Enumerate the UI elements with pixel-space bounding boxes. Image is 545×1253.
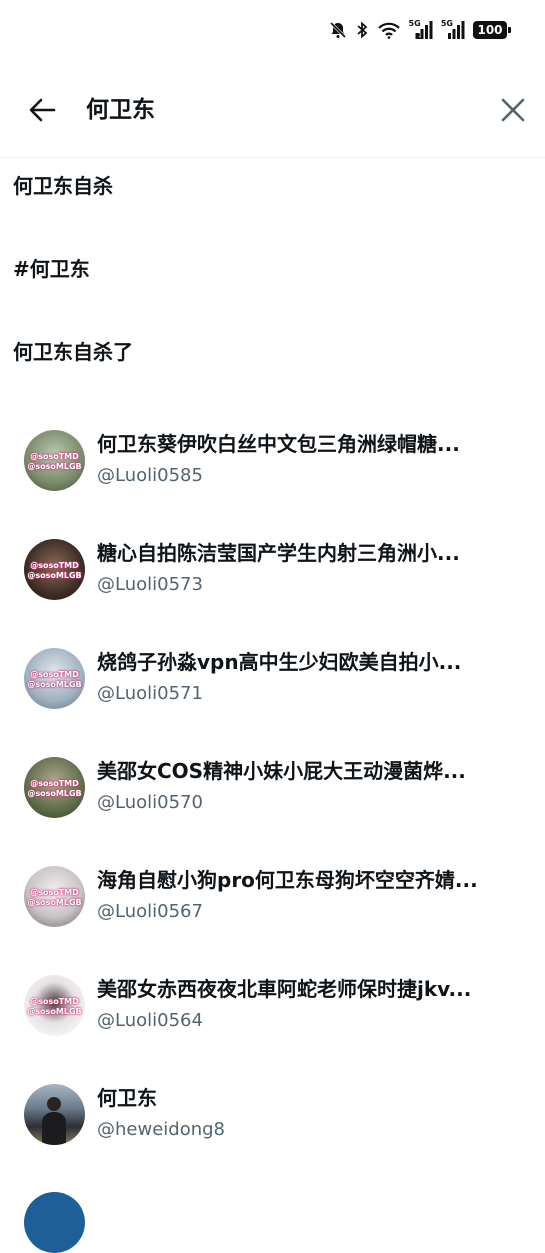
status-icons: 5G R 5G 100 xyxy=(329,18,511,42)
status-bar: 5G R 5G 100 xyxy=(0,0,545,60)
search-suggestions: 何卫东自杀 #何卫东 何卫东自杀了 xyxy=(0,158,545,407)
clear-search-button[interactable] xyxy=(495,92,531,128)
user-handle: @Luoli0570 xyxy=(97,792,203,813)
network-type-label-2: 5G xyxy=(440,18,453,28)
user-display-name: 何卫东 xyxy=(97,1086,157,1110)
avatar[interactable]: @sosoTMD @sosoMLGB xyxy=(24,866,85,927)
suggestion-item[interactable]: #何卫东 xyxy=(0,241,545,324)
user-result-row[interactable]: @sosoTMD @sosoMLGB 何卫东葵伊吹白丝中文包三角洲绿帽糖... … xyxy=(0,406,545,515)
user-display-name: 糖心自拍陈洁莹国产学生内射三角洲小... xyxy=(97,541,460,565)
avatar[interactable] xyxy=(24,1192,85,1253)
user-result-row[interactable]: 何卫东 @heweidong8 xyxy=(0,1060,545,1169)
user-display-name: 烧鸽子孙淼vpn高中生少妇欧美自拍小... xyxy=(97,650,462,674)
roaming-label: R xyxy=(414,31,421,41)
user-handle: @Luoli0567 xyxy=(97,901,203,922)
avatar-watermark: @sosoMLGB xyxy=(27,789,82,798)
avatar-watermark: @sosoMLGB xyxy=(27,1007,82,1016)
suggestion-item[interactable]: 何卫东自杀了 xyxy=(0,324,545,407)
avatar-watermark: @sosoMLGB xyxy=(27,898,82,907)
user-display-name: 海角自慰小狗pro何卫东母狗坏空空齐婧... xyxy=(97,868,478,892)
user-display-name: 美邵女COS精神小妹小屁大王动漫菌烨... xyxy=(97,759,466,783)
person-silhouette-icon xyxy=(42,1097,66,1145)
arrow-left-icon xyxy=(29,98,56,122)
user-display-name: 美邵女赤西夜夜北車阿蛇老师保时捷jkv... xyxy=(97,977,472,1001)
avatar[interactable]: @sosoTMD @sosoMLGB xyxy=(24,539,85,600)
avatar-watermark: @sosoTMD xyxy=(30,997,79,1006)
avatar-watermark: @sosoTMD xyxy=(30,561,79,570)
avatar-watermark: @sosoMLGB xyxy=(27,462,82,471)
avatar-watermark: @sosoMLGB xyxy=(27,571,82,580)
avatar[interactable]: @sosoTMD @sosoMLGB xyxy=(24,648,85,709)
suggestion-item[interactable]: 何卫东自杀 xyxy=(0,158,545,241)
close-icon xyxy=(501,98,525,122)
user-result-row[interactable]: @sosoTMD @sosoMLGB 烧鸽子孙淼vpn高中生少妇欧美自拍小...… xyxy=(0,624,545,733)
user-handle: @Luoli0573 xyxy=(97,574,203,595)
avatar-watermark: @sosoTMD xyxy=(30,670,79,679)
user-handle: @Luoli0571 xyxy=(97,683,203,704)
user-display-name: 何卫东葵伊吹白丝中文包三角洲绿帽糖... xyxy=(97,432,460,456)
bluetooth-icon xyxy=(355,21,369,39)
user-handle: @Luoli0585 xyxy=(97,465,203,486)
user-handle: @Luoli0564 xyxy=(97,1010,203,1031)
search-input[interactable]: 何卫东 xyxy=(86,92,155,128)
user-handle: @heweidong8 xyxy=(97,1119,226,1140)
network-type-label: 5G xyxy=(408,18,421,28)
search-header: 何卫东 xyxy=(0,60,545,158)
avatar[interactable]: @sosoTMD @sosoMLGB xyxy=(24,975,85,1036)
avatar-watermark: @sosoTMD xyxy=(30,452,79,461)
back-button[interactable] xyxy=(24,92,60,128)
user-results: @sosoTMD @sosoMLGB 何卫东葵伊吹白丝中文包三角洲绿帽糖... … xyxy=(0,406,545,1169)
battery-icon: 100 xyxy=(473,21,511,39)
avatar-watermark: @sosoMLGB xyxy=(27,680,82,689)
avatar[interactable]: @sosoTMD @sosoMLGB xyxy=(24,757,85,818)
user-result-row[interactable]: @sosoTMD @sosoMLGB 美邵女赤西夜夜北車阿蛇老师保时捷jkv..… xyxy=(0,951,545,1060)
user-result-row[interactable]: @sosoTMD @sosoMLGB 美邵女COS精神小妹小屁大王动漫菌烨...… xyxy=(0,733,545,842)
avatar[interactable] xyxy=(24,1084,85,1145)
avatar[interactable]: @sosoTMD @sosoMLGB xyxy=(24,430,85,491)
avatar-watermark: @sosoTMD xyxy=(30,888,79,897)
user-result-row[interactable]: @sosoTMD @sosoMLGB 海角自慰小狗pro何卫东母狗坏空空齐婧..… xyxy=(0,842,545,951)
wifi-icon xyxy=(377,21,401,39)
user-result-row[interactable]: @sosoTMD @sosoMLGB 糖心自拍陈洁莹国产学生内射三角洲小... … xyxy=(0,515,545,624)
mute-icon xyxy=(329,21,347,39)
avatar-watermark: @sosoTMD xyxy=(30,779,79,788)
